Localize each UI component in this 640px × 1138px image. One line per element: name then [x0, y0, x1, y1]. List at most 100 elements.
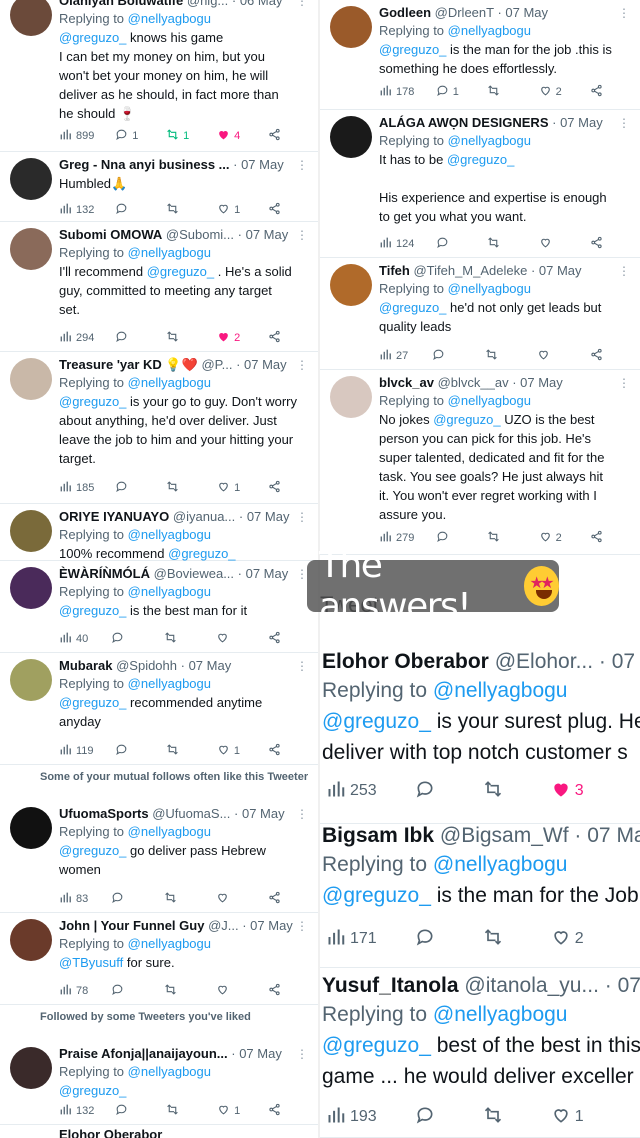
reply-handle-link[interactable]: @nellyagbogu — [128, 527, 211, 542]
more-options-icon[interactable]: ⋮ — [296, 807, 308, 821]
views-button[interactable]: 899 — [59, 128, 94, 144]
tweet-item[interactable]: Yusuf_Itanola @itanola_yu... · 07 Replyin… — [320, 968, 640, 1138]
avatar[interactable] — [10, 510, 52, 552]
reply-button[interactable] — [115, 330, 145, 346]
avatar[interactable] — [10, 567, 52, 609]
views-button[interactable]: 279 — [379, 530, 414, 546]
views-button[interactable]: 83 — [59, 891, 89, 907]
reply-button[interactable] — [111, 631, 141, 647]
reply-handle-link[interactable]: @nellyagbogu — [448, 133, 531, 148]
like-button[interactable]: 1 — [217, 743, 247, 759]
retweet-button[interactable] — [164, 891, 194, 907]
author-handle[interactable]: @Tifeh_M_Adeleke — [413, 263, 527, 278]
more-options-icon[interactable]: ⋮ — [296, 158, 308, 172]
tweet-date[interactable]: · 07 May — [233, 157, 284, 172]
tweet-date[interactable]: · 07 May — [181, 658, 232, 673]
views-button[interactable]: 294 — [59, 330, 94, 346]
author-handle[interactable]: @Spidohh — [116, 658, 177, 673]
mention-link[interactable]: @greguzo_ — [168, 546, 235, 561]
views-button[interactable]: 27 — [379, 348, 409, 364]
tweet-date[interactable]: · 07 May — [236, 357, 287, 372]
tweet-date[interactable]: · 07 May — [239, 509, 290, 524]
like-button[interactable]: 2 — [217, 330, 247, 346]
mention-link[interactable]: @TByusuff — [59, 955, 123, 970]
reply-handle-link[interactable]: @nellyagbogu — [128, 676, 211, 691]
tweet-item[interactable]: Some of your mutual follows often like t… — [0, 765, 318, 913]
avatar[interactable] — [330, 376, 372, 418]
share-button[interactable] — [268, 1103, 298, 1119]
avatar[interactable] — [330, 264, 372, 306]
more-options-icon[interactable]: ⋮ — [296, 1047, 308, 1061]
retweet-button[interactable] — [166, 743, 196, 759]
reply-handle-link[interactable]: @nellyagbogu — [128, 1064, 211, 1079]
avatar[interactable] — [10, 358, 52, 400]
views-button[interactable]: 40 — [59, 631, 89, 647]
avatar[interactable] — [10, 919, 52, 961]
reply-handle-link[interactable]: @nellyagbogu — [128, 936, 211, 951]
retweet-button[interactable] — [166, 1103, 196, 1119]
tweet-item[interactable]: ALÁGA AWỌN DESIGNERS · 07 May Replying to… — [320, 110, 640, 258]
share-button[interactable] — [268, 983, 298, 999]
author-handle[interactable]: @hig... — [187, 0, 228, 8]
reply-handle-link[interactable]: @nellyagbogu — [128, 11, 211, 26]
more-options-icon[interactable]: ⋮ — [296, 919, 308, 933]
reply-button[interactable] — [115, 1103, 145, 1119]
more-options-icon[interactable]: ⋮ — [618, 6, 630, 20]
views-button[interactable]: 119 — [59, 743, 94, 759]
retweet-button[interactable] — [487, 236, 517, 252]
retweet-button[interactable] — [164, 983, 194, 999]
like-button[interactable] — [216, 891, 246, 907]
like-button[interactable] — [216, 631, 246, 647]
share-button[interactable] — [590, 236, 620, 252]
mention-link[interactable]: @greguzo_ — [379, 42, 446, 57]
views-button[interactable]: 178 — [379, 84, 414, 100]
more-options-icon[interactable]: ⋮ — [296, 0, 308, 8]
author-name[interactable]: UfuomaSports — [59, 806, 149, 821]
tweet-date[interactable]: · 06 May — [232, 0, 283, 8]
avatar[interactable] — [330, 116, 372, 158]
avatar[interactable] — [10, 1047, 52, 1089]
tweet-date[interactable]: · 07 May — [497, 5, 548, 20]
tweet-item[interactable]: Mubarak @Spidohh · 07 May Replying to @ne… — [0, 653, 318, 765]
mention-link[interactable]: @greguzo_ — [322, 1034, 431, 1057]
reply-handle-link[interactable]: @nellyagbogu — [128, 584, 211, 599]
mention-link[interactable]: @greguzo_ — [433, 412, 500, 427]
share-button[interactable] — [268, 480, 298, 496]
tweet-date[interactable]: · 07 May — [531, 263, 582, 278]
like-button[interactable] — [216, 983, 246, 999]
reply-button[interactable] — [415, 1105, 445, 1130]
author-name[interactable]: Praise Afonja||anaijayoun... — [59, 1046, 228, 1061]
like-button[interactable]: 1 — [217, 202, 247, 218]
author-name[interactable]: ALÁGA AWỌN DESIGNERS — [379, 115, 549, 130]
like-button[interactable]: 4 — [217, 128, 247, 144]
views-button[interactable]: 132 — [59, 202, 94, 218]
avatar[interactable] — [10, 228, 52, 270]
author-handle[interactable]: @DrleenT — [435, 5, 494, 20]
reply-handle-link[interactable]: @nellyagbogu — [128, 245, 211, 260]
mention-link[interactable]: @greguzo_ — [447, 152, 514, 167]
more-options-icon[interactable]: ⋮ — [618, 264, 630, 278]
retweet-button[interactable] — [166, 480, 196, 496]
retweet-button[interactable] — [166, 330, 196, 346]
mention-link[interactable]: @greguzo_ — [59, 695, 126, 710]
like-button[interactable]: 1 — [217, 1103, 247, 1119]
reply-button[interactable] — [436, 530, 466, 546]
views-button[interactable]: 124 — [379, 236, 414, 252]
share-button[interactable] — [590, 84, 620, 100]
reply-button[interactable] — [111, 891, 141, 907]
mention-link[interactable]: @greguzo_ — [379, 300, 446, 315]
tweet-date[interactable]: · 07 May — [231, 1046, 282, 1061]
author-name[interactable]: Treasure 'yar KD 💡❤️ — [59, 357, 198, 372]
share-button[interactable] — [268, 202, 298, 218]
reply-button[interactable]: 1 — [436, 84, 466, 100]
reply-handle-link[interactable]: @nellyagbogu — [128, 375, 211, 390]
retweet-button[interactable] — [487, 530, 517, 546]
like-button[interactable]: 1 — [217, 480, 247, 496]
tweet-item[interactable]: Followed by some Tweeters you've liked Pr… — [0, 1005, 318, 1125]
share-button[interactable] — [590, 348, 620, 364]
tweet-item[interactable]: John | Your Funnel Guy @J... · 07 May Rep… — [0, 913, 318, 1005]
author-name[interactable]: Godleen — [379, 5, 431, 20]
share-button[interactable] — [268, 891, 298, 907]
retweet-button[interactable] — [166, 202, 196, 218]
mention-link[interactable]: @greguzo_ — [59, 843, 126, 858]
